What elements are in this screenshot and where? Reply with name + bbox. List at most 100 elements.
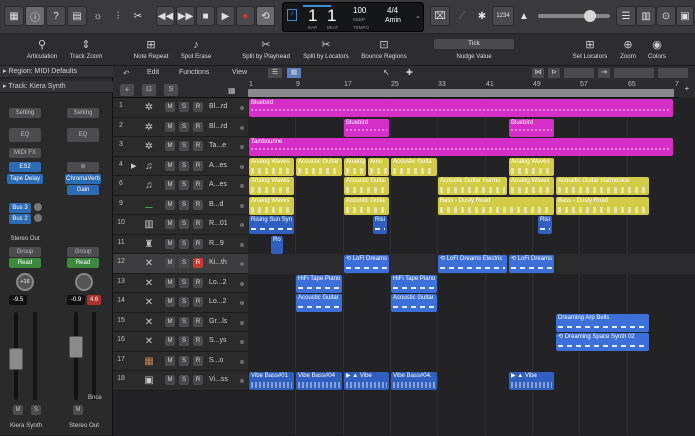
solo-button[interactable]: S [179,336,189,346]
functions-menu[interactable]: Functions [179,69,209,76]
region[interactable]: Acoustic Guitar Harmonice [556,177,649,195]
mute-button[interactable]: M [165,375,175,385]
mute-button-2[interactable]: M [73,405,83,415]
library-icon[interactable]: ▦ [4,6,24,26]
solo-button[interactable]: S [179,355,189,366]
region[interactable]: Acoustic Guitar [296,157,342,176]
mute-button[interactable]: M [165,336,175,346]
instrument-slot[interactable]: ES2 [9,162,41,172]
group-slot-1[interactable]: Group [9,247,41,257]
track-header[interactable]: 1 ✲ M S R Bl...rd [113,98,248,118]
region[interactable]: Vibe Bass#01 [249,372,294,390]
chevron-down-icon[interactable]: ⌄ [415,12,421,20]
mute-button[interactable]: M [165,219,175,229]
send-knob-1[interactable] [34,203,42,211]
solo-button[interactable]: S [179,102,189,112]
region[interactable]: Analog Waves [509,177,554,195]
record-enable-button[interactable]: R [193,336,203,346]
region[interactable]: Risi [538,216,552,234]
mute-button[interactable]: M [165,297,175,307]
tuner-icon[interactable]: ⟋ [452,6,472,26]
replace-icon[interactable]: ⌧ [430,6,450,26]
region[interactable]: HiFi Tape Piano [391,274,437,293]
list-editors-icon[interactable]: ☰ [616,6,636,26]
stop-icon[interactable]: ■ [196,6,215,26]
audio-fx-slot-3[interactable]: Gain [67,185,99,195]
mute-button-1[interactable]: M [13,405,23,415]
send-bus3[interactable]: Bus 3 [9,203,31,213]
region[interactable]: Bluebird [509,118,554,137]
region[interactable]: Acoustic Guita [344,196,389,215]
list-view-icon[interactable]: ☰ [268,68,282,78]
region[interactable]: Acoustic Guitar [391,294,437,312]
track-header[interactable]: 16 ✕ M S R S...ys [113,332,248,352]
setting-button-1[interactable]: Setting [9,108,41,118]
edit-menu[interactable]: Edit [147,69,159,76]
mute-button[interactable]: M [165,258,175,268]
lcd-display[interactable]: ♪ 1 1 BAR BEAT 100 KEEP TEMPO 4/4 Amin ⌄ [282,2,424,32]
notepad-icon[interactable]: ▥ [636,6,656,26]
smart-controls-icon[interactable]: ☼ [88,6,108,26]
pencil-tool-icon[interactable]: ✚ [406,68,413,77]
editors-icon[interactable]: ✂ [128,6,148,26]
volume-fader-2[interactable] [69,336,83,358]
region[interactable]: ▶ ▲ Vibe [344,372,389,390]
inspector-icon[interactable]: ⓘ [25,6,45,26]
region[interactable]: Vibe Bass#04 [296,372,342,390]
solo-button[interactable]: S [179,219,189,229]
note-repeat-button[interactable]: ⊞ Note Repeat [128,37,174,60]
forward-icon[interactable]: ▶▶ [176,6,195,26]
mixer-icon[interactable]: ⫶ [108,6,128,26]
mute-button[interactable]: M [165,277,175,288]
track-header[interactable]: 2 ✲ M S R Bl...rd [113,117,248,137]
region[interactable]: Analog Waves [249,196,294,215]
link-icon[interactable]: ⊚ [67,162,99,172]
solo-button[interactable]: S [179,297,189,307]
setting-button-2[interactable]: Setting [67,108,99,118]
region[interactable]: Analog [344,157,366,176]
region-inspector-header[interactable]: ▸ Region: MIDI Defaults [0,66,113,78]
record-enable-button[interactable]: R [193,219,203,229]
solo-button[interactable]: S [179,375,189,385]
quick-help-icon[interactable]: ? [46,6,66,26]
track-header[interactable]: 10 ▥ M S R R...01 [113,215,248,235]
mute-button[interactable]: M [165,121,175,132]
region[interactable]: ▶ ▲ Vibe [509,372,554,390]
record-enable-button[interactable]: R [193,258,203,268]
region[interactable]: Acoustic Guitar [296,294,342,312]
mute-button[interactable]: M [165,102,175,112]
nudge-value-control[interactable]: Tick Nudge Value [424,37,524,60]
solo-button[interactable]: S [179,141,189,151]
region[interactable]: Acoustic Guita [344,177,389,195]
disclosure-triangle-icon[interactable]: ▶ [131,162,136,170]
solo-button[interactable]: S [179,277,189,288]
region[interactable]: Bluebird [344,118,389,137]
region[interactable]: Tambourine [249,138,673,156]
split-locators-button[interactable]: ✂ Split by Locators [298,37,354,60]
solo-icon[interactable]: ✱ [472,6,492,26]
toolbar-icon[interactable]: ▤ [67,6,87,26]
catch-icon[interactable]: ⇥ [598,68,610,78]
volume-fader-1[interactable] [9,348,23,370]
record-enable-button[interactable]: R [193,180,203,190]
play-icon[interactable]: ▶ [216,6,235,26]
set-locators-button[interactable]: ⊞ Set Locators [568,37,612,60]
send-knob-2[interactable] [34,214,42,222]
pan-knob-2[interactable] [75,273,93,291]
region[interactable]: Analog Waves [249,157,294,176]
record-enable-button[interactable]: R [193,102,203,112]
record-enable-button[interactable]: R [193,141,203,151]
mute-button[interactable]: M [165,141,175,151]
back-icon[interactable]: ↶ [123,69,133,79]
track-header[interactable]: 17 ▦ M S R S...o [113,351,248,371]
mute-button[interactable]: M [165,355,175,366]
vertical-zoom-slider[interactable] [658,68,688,78]
cycle-icon[interactable]: ⟲ [256,6,275,26]
track-header[interactable]: 9 ⚊ M S R B...d [113,195,248,215]
zoom-button[interactable]: ⊕ Zoom [614,37,642,60]
track-zoom-button[interactable]: ⇕ Track Zoom [64,37,108,60]
record-enable-button[interactable]: R [193,375,203,385]
mute-button[interactable]: M [165,316,175,327]
track-header[interactable]: 6 ♫ M S R A...es [113,176,248,196]
mute-button[interactable]: M [165,180,175,190]
